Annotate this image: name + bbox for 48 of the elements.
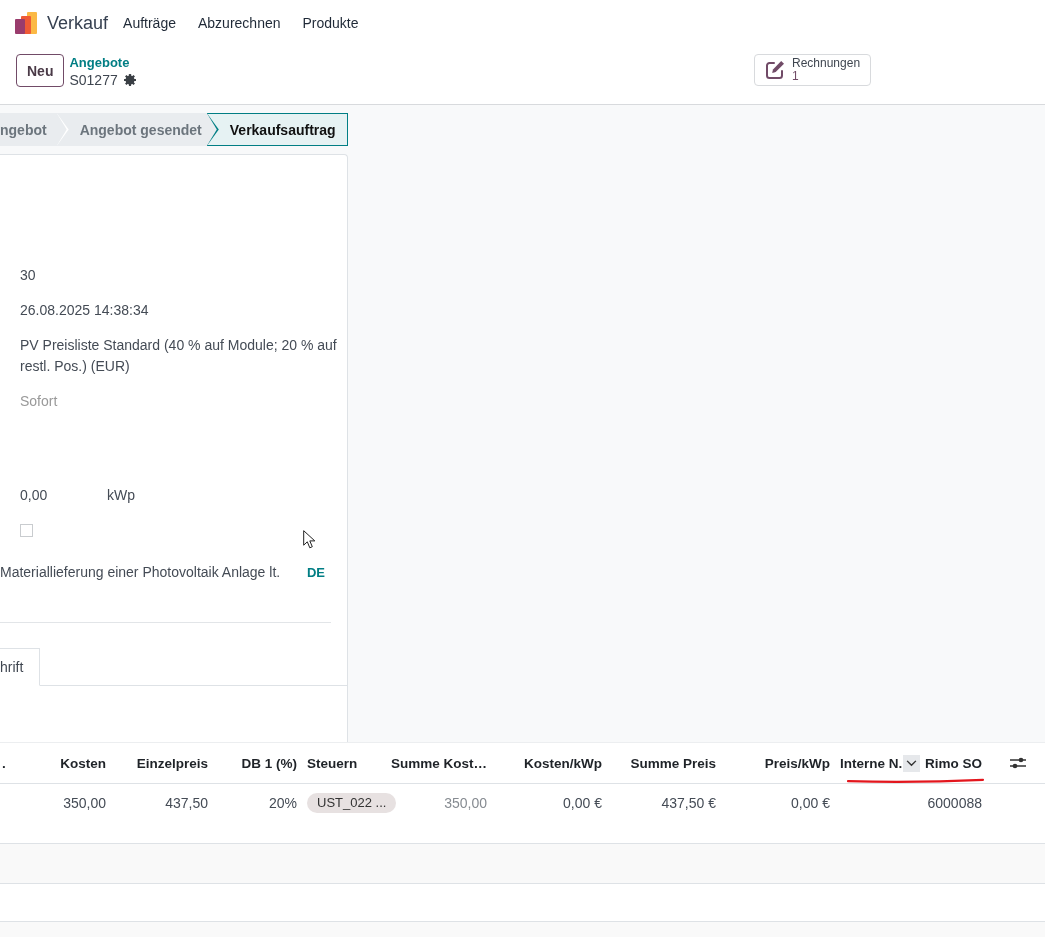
app-logo-icon[interactable] <box>15 12 37 34</box>
column-header[interactable]: Interne N. <box>840 755 903 771</box>
field-value: 0,00 <box>20 486 49 505</box>
menu-item[interactable]: Abzurechnen <box>187 11 292 35</box>
field-value: 26.08.2025 14:38:34 <box>20 301 149 320</box>
column-menu-button[interactable] <box>903 754 921 772</box>
notebook-tab[interactable]: hrift <box>0 648 41 686</box>
field-value: Materiallieferung einer Photovoltaik Anlage lt. <box>0 563 281 582</box>
status-stage[interactable]: ngebot <box>0 113 57 146</box>
column-header[interactable]: Steuern <box>305 743 391 783</box>
table-cell-text: 437,50 <box>164 794 209 813</box>
column-header[interactable]: DB 1 (%) <box>216 743 305 783</box>
app-name[interactable]: Verkauf <box>47 12 109 34</box>
column-header[interactable]: Kosten <box>14 743 114 783</box>
menu-item[interactable]: Produkte <box>291 11 370 35</box>
column-header[interactable]: . <box>0 743 14 783</box>
table-cell-text: 6000088 <box>926 794 983 813</box>
column-header[interactable]: Preis/kWp <box>724 743 838 783</box>
field-value: 30 <box>20 266 36 285</box>
table-cell-text: 0,00 € <box>790 794 831 813</box>
status-stage[interactable]: Angebot gesendet <box>56 113 207 146</box>
status-stage[interactable]: Verkaufsauftrag <box>206 113 348 146</box>
menu-item[interactable]: Aufträge <box>112 11 187 35</box>
tax-tag: UST_022 ... <box>307 793 397 813</box>
column-header[interactable]: Summe Kost… <box>391 743 495 783</box>
breadcrumb-link[interactable]: Angebote <box>69 55 136 70</box>
checkbox[interactable] <box>20 524 33 537</box>
record-name: S01277 <box>69 72 118 88</box>
mouse-pointer-icon <box>303 530 316 549</box>
gear-icon[interactable] <box>123 74 136 86</box>
table-cell-text: 437,50 € <box>660 794 717 813</box>
chevron-down-icon <box>906 759 918 767</box>
column-header[interactable]: Kosten/kWp <box>495 743 610 783</box>
new-button[interactable]: Neu <box>16 54 65 87</box>
column-header[interactable]: Summe Preis <box>610 743 724 783</box>
pencil-square-icon <box>765 60 785 80</box>
field-value: PV Preisliste Standard (40 % auf Module; 20 % auf restl. Pos.) (EUR) <box>20 336 338 376</box>
table-cell-text: 350,00 <box>443 794 488 813</box>
column-header[interactable]: Rimo SO <box>925 743 990 783</box>
table-cell-text: 20% <box>267 794 298 813</box>
table-cell-text: 0,00 € <box>562 794 603 813</box>
column-header[interactable]: Einzelpreis <box>114 743 216 783</box>
invoices-smart-button[interactable]: Rechnungen 1 <box>754 54 872 86</box>
input-field[interactable]: Sofort <box>20 391 300 412</box>
language-button[interactable]: DE <box>306 565 325 580</box>
unit-label: kWp <box>107 486 135 505</box>
sliders-icon[interactable] <box>1010 756 1026 770</box>
table-cell-text: 350,00 <box>62 794 107 813</box>
